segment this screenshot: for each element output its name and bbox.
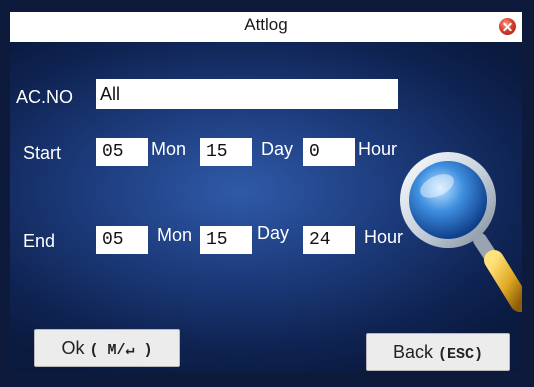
start-day-label: Day bbox=[261, 139, 294, 159]
ok-button[interactable]: Ok ( M/↵ ) bbox=[34, 329, 180, 367]
end-day-input[interactable]: 15 bbox=[200, 226, 252, 254]
start-month-input[interactable]: 05 bbox=[96, 138, 148, 166]
ok-shortcut: ( M/↵ ) bbox=[89, 342, 153, 359]
magnifier-icon bbox=[400, 152, 522, 312]
end-hour-input[interactable]: 24 bbox=[303, 226, 355, 254]
start-day-input[interactable]: 15 bbox=[200, 138, 252, 166]
back-shortcut: (ESC) bbox=[438, 346, 484, 363]
back-button[interactable]: Back (ESC) bbox=[366, 333, 510, 371]
query-panel: AC.NO All Start 05 Mon 15 Day 0 Hour End… bbox=[10, 42, 522, 372]
start-hour-input[interactable]: 0 bbox=[303, 138, 355, 166]
end-label: End bbox=[23, 231, 56, 251]
end-mon-label: Mon bbox=[157, 225, 193, 245]
title-bar: Attlog bbox=[10, 12, 522, 42]
back-label: Back bbox=[392, 342, 433, 362]
start-mon-label: Mon bbox=[151, 139, 187, 159]
close-icon[interactable] bbox=[499, 18, 516, 35]
end-month-input[interactable]: 05 bbox=[96, 226, 148, 254]
end-day-label: Day bbox=[257, 223, 290, 243]
acno-label: AC.NO bbox=[16, 87, 74, 107]
attlog-window: Attlog AC.NO All Start 05 Mon 15 Day 0 H… bbox=[0, 0, 534, 387]
window-title: Attlog bbox=[244, 15, 288, 34]
start-label: Start bbox=[23, 143, 62, 163]
ok-label: Ok bbox=[61, 338, 85, 358]
acno-input[interactable]: All bbox=[96, 79, 398, 109]
